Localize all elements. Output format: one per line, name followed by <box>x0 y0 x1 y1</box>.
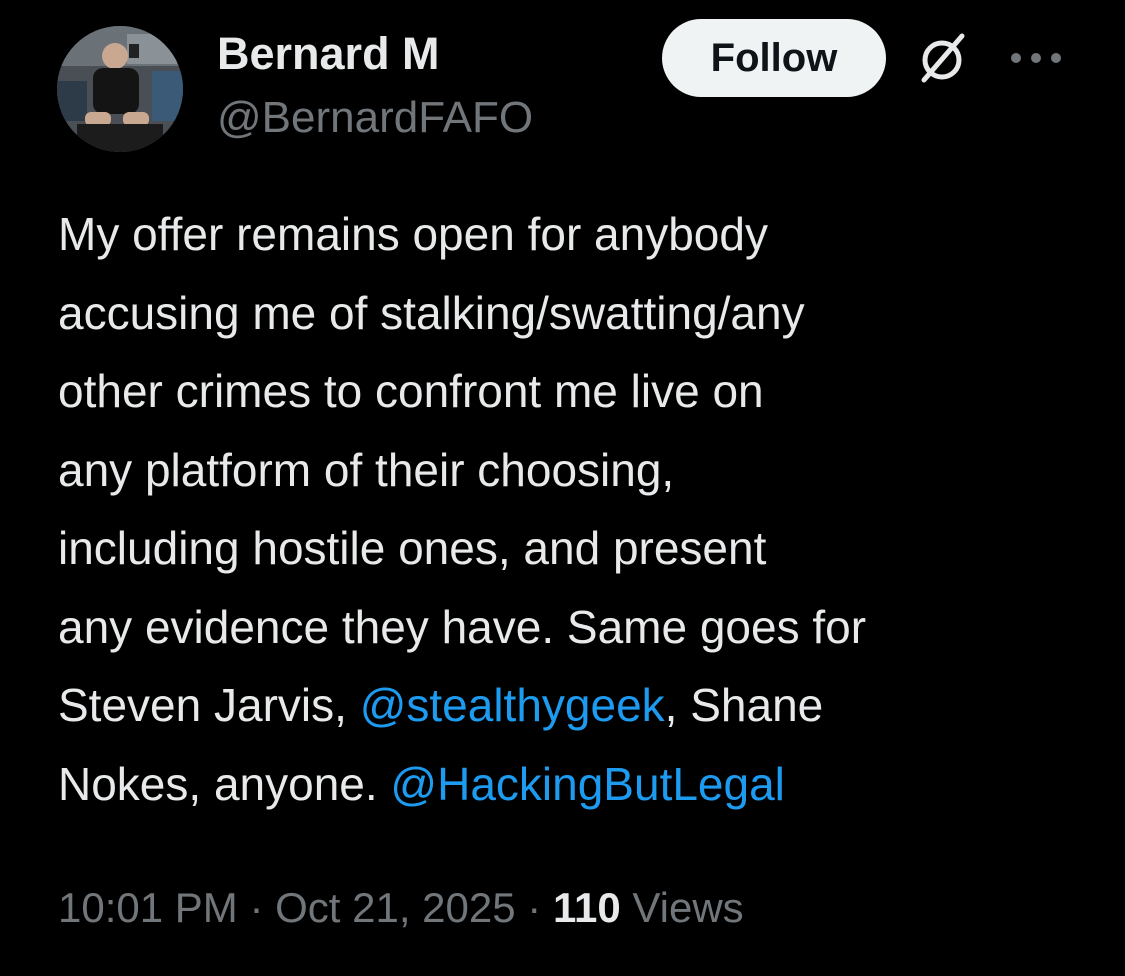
tweet-date[interactable]: Oct 21, 2025 <box>275 884 516 931</box>
avatar-photo <box>57 26 183 152</box>
meta-separator: · <box>237 884 276 931</box>
grok-icon[interactable] <box>912 28 972 88</box>
tweet-meta: 10:01 PM · Oct 21, 2025 · 110 Views <box>58 878 744 938</box>
tweet-line: other crimes to confront me live on <box>58 365 764 417</box>
tweet-time[interactable]: 10:01 PM <box>58 884 238 931</box>
author-name[interactable]: Bernard M <box>217 28 440 80</box>
avatar[interactable] <box>57 26 183 152</box>
tweet-line: including hostile ones, and present <box>58 522 767 574</box>
mention-link-stealthygeek[interactable]: @stealthygeek <box>360 679 665 731</box>
more-dots-icon[interactable] <box>1008 48 1064 68</box>
tweet-line: My offer remains open for anybody <box>58 208 768 260</box>
tweet-text: My offer remains open for anybody accusi… <box>58 195 1098 823</box>
tweet: Bernard M @BernardFAFO Follow My offer r… <box>0 0 1125 976</box>
tweet-text-segment: Steven Jarvis, <box>58 679 360 731</box>
tweet-line: Steven Jarvis, @stealthygeek, Shane <box>58 666 1098 745</box>
views-label[interactable]: Views <box>632 884 743 931</box>
mention-link-hackingbutlegal[interactable]: @HackingButLegal <box>390 758 784 810</box>
follow-button[interactable]: Follow <box>662 19 886 97</box>
tweet-line: accusing me of stalking/swatting/any <box>58 286 805 339</box>
tweet-line: any evidence they have. Same goes for <box>58 600 867 653</box>
views-count[interactable]: 110 <box>553 884 621 931</box>
author-handle[interactable]: @BernardFAFO <box>217 92 533 144</box>
tweet-line: any platform of their choosing, <box>58 443 675 496</box>
tweet-text-segment: Nokes, anyone. <box>58 757 391 810</box>
tweet-line: Nokes, anyone. @HackingButLegal <box>58 745 1098 824</box>
meta-separator: · <box>515 884 553 931</box>
tweet-text-segment: , Shane <box>664 679 824 731</box>
